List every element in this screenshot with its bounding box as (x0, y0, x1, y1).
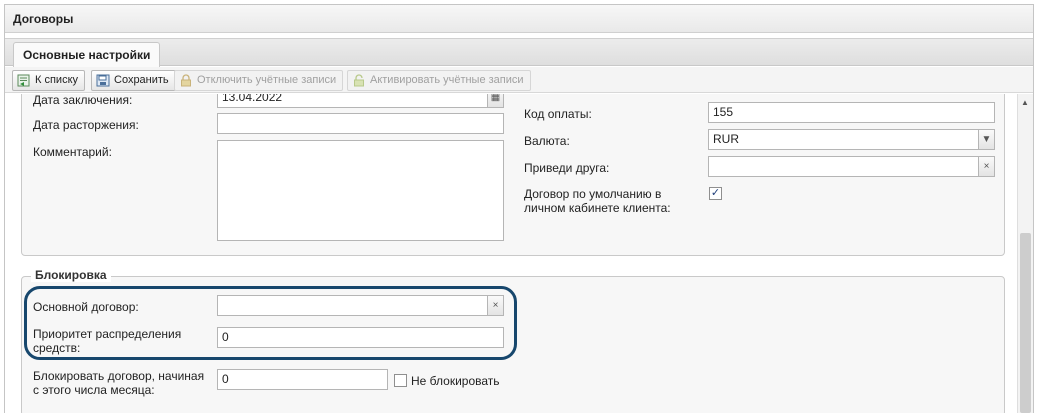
block-from-field[interactable]: 0 (217, 369, 388, 390)
currency-select[interactable]: RUR ▼ (708, 129, 995, 150)
save-button[interactable]: Сохранить (91, 70, 176, 91)
clear-icon[interactable]: × (978, 156, 995, 177)
conclusion-date-label: Дата заключения: (33, 94, 133, 107)
disable-accounts-label: Отключить учётные записи (197, 74, 337, 86)
scroll-up-icon[interactable]: ▲ (1021, 98, 1029, 107)
default-contract-label-line1: Договор по умолчанию в (524, 187, 662, 201)
currency-value: RUR (713, 132, 739, 146)
termination-date-field[interactable] (217, 113, 504, 134)
default-contract-checkbox[interactable]: ✓ (709, 187, 722, 200)
contracts-window: Договоры Основные настройки К списку Сох… (4, 4, 1034, 413)
priority-label-line2: средств: (33, 341, 81, 355)
default-contract-label: Договор по умолчанию в личном кабинете к… (524, 187, 671, 215)
block-from-label-line1: Блокировать договор, начиная (33, 369, 205, 383)
payment-code-label: Код оплаты: (524, 107, 592, 121)
save-icon (96, 74, 110, 87)
termination-date-label: Дата расторжения: (33, 118, 139, 132)
blocking-legend: Блокировка (31, 268, 111, 282)
main-contract-label: Основной договор: (33, 300, 139, 314)
vertical-scrollbar[interactable]: ▲ (1017, 94, 1033, 413)
referral-label: Приведи друга: (524, 161, 610, 175)
activate-accounts-button[interactable]: Активировать учётные записи (347, 70, 531, 91)
main-contract-combo[interactable]: × (217, 295, 504, 316)
block-from-label-line2: с этого числа месяца: (33, 383, 155, 397)
list-back-icon (17, 74, 30, 87)
toolbar: К списку Сохранить Отключить учётные зап… (5, 67, 1033, 93)
activate-accounts-label: Активировать учётные записи (370, 74, 524, 86)
window-title: Договоры (5, 5, 1033, 33)
to-list-button[interactable]: К списку (12, 70, 86, 91)
conclusion-date-value: 13.04.2022 (222, 94, 283, 104)
disable-accounts-button[interactable]: Отключить учётные записи (174, 70, 344, 91)
scrollbar-thumb[interactable] (1020, 233, 1031, 413)
unlock-icon (354, 74, 364, 87)
tab-strip: Основные настройки (5, 38, 1033, 67)
no-block-label[interactable]: Не блокировать (411, 374, 500, 388)
to-list-label: К списку (35, 74, 79, 86)
referral-combo[interactable]: × (708, 156, 995, 177)
comment-label: Комментарий: (33, 145, 112, 159)
conclusion-date-field[interactable]: 13.04.2022 ▦ (217, 94, 504, 108)
clear-icon[interactable]: × (487, 295, 504, 316)
comment-textarea[interactable] (217, 140, 504, 241)
priority-label: Приоритет распределения средств: (33, 327, 181, 355)
lock-icon (181, 74, 191, 87)
priority-label-line1: Приоритет распределения (33, 327, 182, 341)
save-label: Сохранить (114, 74, 169, 86)
tab-main-settings[interactable]: Основные настройки (13, 42, 161, 67)
chevron-down-icon[interactable]: ▼ (978, 129, 995, 150)
default-contract-label-line2: личном кабинете клиента: (524, 201, 671, 215)
priority-field[interactable]: 0 (217, 327, 504, 348)
no-block-checkbox[interactable] (394, 374, 407, 387)
block-from-label: Блокировать договор, начиная с этого чис… (33, 369, 204, 397)
form-content: Дата заключения: 13.04.2022 ▦ Дата расто… (5, 94, 1017, 413)
calendar-icon[interactable]: ▦ (487, 94, 504, 108)
currency-label: Валюта: (524, 134, 570, 148)
payment-code-field[interactable]: 155 (708, 102, 995, 123)
